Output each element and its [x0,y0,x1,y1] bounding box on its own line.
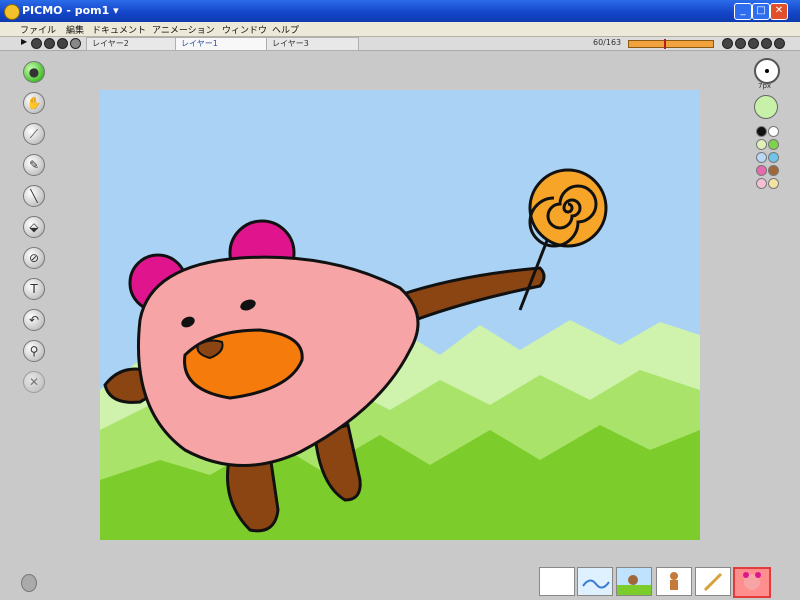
menu-animation[interactable]: アニメーション [152,23,215,36]
palette-swatch[interactable] [756,139,767,150]
palette-swatch[interactable] [756,126,767,137]
status-indicator-icon[interactable] [21,574,37,592]
next-frame-icon[interactable] [748,38,759,49]
text-tool[interactable]: T [23,278,45,300]
first-frame-icon[interactable] [722,38,733,49]
current-color-swatch[interactable] [754,95,778,119]
palette-swatch[interactable] [756,152,767,163]
layer-toolbar: ▶ レイヤー2 レイヤー1 レイヤー3 60/163 [0,37,800,51]
drawing [100,90,700,540]
palette-swatch[interactable] [768,139,779,150]
layer-copy-icon[interactable] [57,38,68,49]
select-tool[interactable]: ● [23,61,45,83]
timeline-marker[interactable] [664,39,667,49]
menu-document[interactable]: ドキュメント [92,23,146,36]
thumbnail-character[interactable] [656,567,692,596]
thumbnail-blank[interactable] [539,567,575,596]
undo-tool[interactable]: ↶ [23,309,45,331]
fill-tool[interactable]: ⬙ [23,216,45,238]
close-button[interactable]: ✕ [770,3,788,20]
pencil-tool[interactable]: ⟋ [23,123,45,145]
zoom-tool[interactable]: ⚲ [23,340,45,362]
menu-bar: ファイル 編集 ドキュメント アニメーション ウィンドウ ヘルプ [0,22,800,37]
timeline-slider[interactable] [628,39,714,49]
frame-counter: 60/163 [593,38,622,47]
thumbnail-scene[interactable] [616,567,652,596]
minimize-button[interactable]: _ [734,3,752,20]
maximize-button[interactable]: □ [752,3,770,20]
hand-tool[interactable]: ✋ [23,92,45,114]
loop-icon[interactable] [774,38,785,49]
layer-add-icon[interactable] [44,38,55,49]
eyedropper-tool[interactable]: ⊘ [23,247,45,269]
menu-help[interactable]: ヘルプ [272,23,299,36]
palette-swatch[interactable] [768,126,779,137]
thumbnail-brush[interactable] [695,567,731,596]
tab-layer-2[interactable]: レイヤー2 [86,37,177,51]
title-bar: PICMO - pom1 ▾ _ □ ✕ [0,0,800,22]
record-icon[interactable] [31,38,42,49]
last-frame-icon[interactable] [761,38,772,49]
tab-layer-1[interactable]: レイヤー1 [175,37,268,51]
thumbnail-current[interactable] [733,567,771,598]
palette-swatch[interactable] [756,178,767,189]
window-title: PICMO - pom1 ▾ [22,4,119,17]
palette-swatch[interactable] [756,165,767,176]
pen-size-button[interactable] [754,58,780,84]
menu-window[interactable]: ウィンドウ [222,23,267,36]
app-icon [4,4,20,20]
palette-swatch[interactable] [768,178,779,189]
line-tool[interactable]: ╲ [23,185,45,207]
play-arrow-icon[interactable]: ▶ [21,37,27,46]
brush-tool[interactable]: ✎ [23,154,45,176]
pen-size-label: 7px [758,82,772,90]
tab-layer-3[interactable]: レイヤー3 [266,37,359,51]
drawing-canvas[interactable] [100,90,700,540]
thumbnail-wave[interactable] [577,567,613,596]
delete-tool[interactable]: ✕ [23,371,45,393]
prev-frame-icon[interactable] [735,38,746,49]
menu-file[interactable]: ファイル [20,23,56,36]
palette-swatch[interactable] [768,165,779,176]
layer-delete-icon[interactable] [70,38,81,49]
menu-edit[interactable]: 編集 [66,23,84,36]
palette-swatch[interactable] [768,152,779,163]
